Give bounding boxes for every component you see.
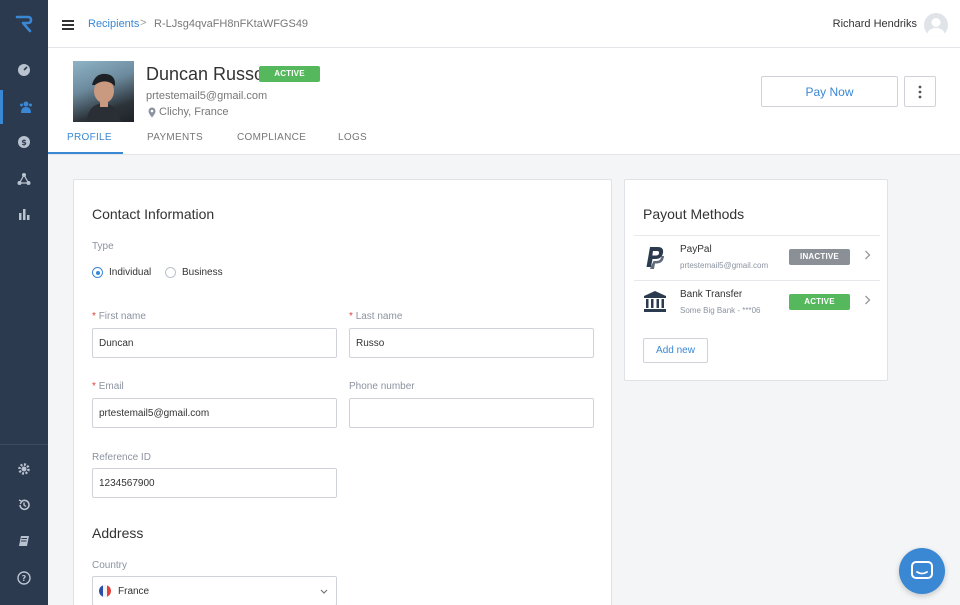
recipient-location: Clichy, France [148, 106, 228, 118]
chevron-right-icon [865, 250, 871, 260]
person-photo-icon [87, 73, 121, 122]
nav-reports[interactable] [0, 197, 48, 231]
gear-icon [18, 463, 30, 475]
reference-id-field[interactable]: 1234567900 [92, 468, 337, 498]
recipient-header: Duncan Russo ACTIVE prtestemail5@gmail.c… [48, 48, 960, 155]
paypal-name: PayPal [680, 244, 712, 255]
bank-icon [644, 291, 666, 312]
user-avatar-icon [927, 18, 945, 37]
type-individual-radio[interactable]: Individual [92, 267, 151, 278]
chat-icon [911, 561, 933, 579]
bank-transfer-status-badge: ACTIVE [789, 294, 850, 310]
nav-network[interactable] [0, 162, 48, 196]
type-individual-label: Individual [109, 267, 152, 278]
bank-transfer-name: Bank Transfer [680, 289, 743, 300]
email-label-text: Email [98, 381, 124, 392]
nav-history[interactable] [0, 488, 48, 522]
tab-logs[interactable]: LOGS [338, 132, 367, 143]
user-name[interactable]: Richard Hendriks [833, 18, 917, 30]
nav-settings[interactable] [0, 452, 48, 486]
help-icon: ? [17, 571, 31, 585]
country-label: Country [92, 560, 128, 571]
bank-transfer-detail: Some Big Bank - ***06 [680, 306, 761, 315]
country-select[interactable]: France [92, 576, 337, 605]
bar-chart-icon [19, 209, 30, 220]
required-mark: * [92, 381, 96, 392]
chevron-down-icon [320, 589, 328, 594]
recipient-name: Duncan Russo [146, 64, 265, 84]
sidebar-divider [0, 444, 48, 445]
first-name-label-text: First name [98, 311, 146, 322]
breadcrumb-current: R-LJsg4qvaFH8nFKtaWFGS49 [154, 18, 309, 30]
avatar[interactable] [924, 13, 948, 37]
history-icon [18, 499, 30, 511]
country-value: France [118, 585, 150, 597]
nav-recipients[interactable] [0, 90, 48, 124]
breadcrumb-separator: > [140, 17, 147, 29]
status-badge: ACTIVE [259, 66, 320, 82]
recipient-email: prtestemail5@gmail.com [146, 90, 268, 102]
paypal-icon [646, 247, 664, 269]
logo-icon [15, 15, 33, 33]
paypal-status-badge: INACTIVE [789, 249, 850, 265]
nav-payments[interactable]: $ [0, 125, 48, 159]
radio-selected-icon [92, 267, 103, 278]
pay-now-button[interactable]: Pay Now [761, 76, 898, 107]
last-name-label: * Last name [349, 311, 402, 322]
required-mark: * [92, 311, 96, 322]
recipients-icon [19, 101, 32, 113]
nav-help[interactable]: ? [0, 561, 48, 595]
payout-method-paypal[interactable]: PayPal prtestemail5@gmail.com INACTIVE [634, 236, 880, 280]
type-business-radio[interactable]: Business [165, 267, 223, 278]
france-flag-icon [99, 585, 111, 597]
active-tab-indicator [48, 152, 123, 154]
dollar-icon: $ [18, 136, 30, 148]
payout-methods-card: Payout Methods PayPal prtestemail5@gmail… [624, 179, 888, 381]
contact-section-title: Contact Information [92, 206, 215, 222]
payout-section-title: Payout Methods [643, 206, 745, 222]
add-payout-method-button[interactable]: Add new [643, 338, 708, 363]
first-name-field[interactable]: Duncan [92, 328, 337, 358]
last-name-field[interactable]: Russo [349, 328, 594, 358]
sidebar: $ ? [0, 0, 48, 605]
svg-text:?: ? [22, 574, 27, 583]
recipient-location-text: Clichy, France [159, 106, 229, 118]
paypal-detail: prtestemail5@gmail.com [680, 261, 769, 270]
first-name-label: * First name [92, 311, 146, 322]
contact-information-card: Contact Information Type Individual Busi… [73, 179, 612, 605]
top-bar: Recipients > R-LJsg4qvaFH8nFKtaWFGS49 Ri… [48, 0, 960, 48]
chevron-right-icon [865, 295, 871, 305]
chat-support-button[interactable] [899, 548, 945, 594]
tab-payments[interactable]: PAYMENTS [147, 132, 203, 143]
svg-text:$: $ [21, 138, 27, 147]
tab-profile[interactable]: PROFILE [67, 132, 112, 143]
nav-docs[interactable] [0, 524, 48, 558]
phone-label: Phone number [349, 381, 415, 392]
menu-icon[interactable] [62, 20, 74, 30]
phone-field[interactable] [349, 398, 594, 428]
more-options-button[interactable] [904, 76, 936, 107]
dashboard-icon [18, 64, 30, 76]
location-pin-icon [148, 107, 156, 117]
required-mark: * [349, 311, 353, 322]
address-section-title: Address [92, 525, 144, 541]
reference-id-label: Reference ID [92, 452, 151, 463]
email-field[interactable]: prtestemail5@gmail.com [92, 398, 337, 428]
nav-dashboard[interactable] [0, 53, 48, 87]
type-label: Type [92, 241, 114, 252]
email-label: * Email [92, 381, 124, 392]
more-vertical-icon [918, 85, 922, 98]
payout-method-bank-transfer[interactable]: Bank Transfer Some Big Bank - ***06 ACTI… [634, 281, 880, 325]
breadcrumb-recipients-link[interactable]: Recipients [88, 18, 139, 30]
radio-unselected-icon [165, 267, 176, 278]
tab-compliance[interactable]: COMPLIANCE [237, 132, 306, 143]
app-logo[interactable] [0, 0, 48, 48]
book-icon [19, 536, 29, 546]
type-business-label: Business [182, 267, 223, 278]
recipient-photo [73, 61, 134, 122]
network-icon [17, 173, 31, 185]
last-name-label-text: Last name [355, 311, 403, 322]
